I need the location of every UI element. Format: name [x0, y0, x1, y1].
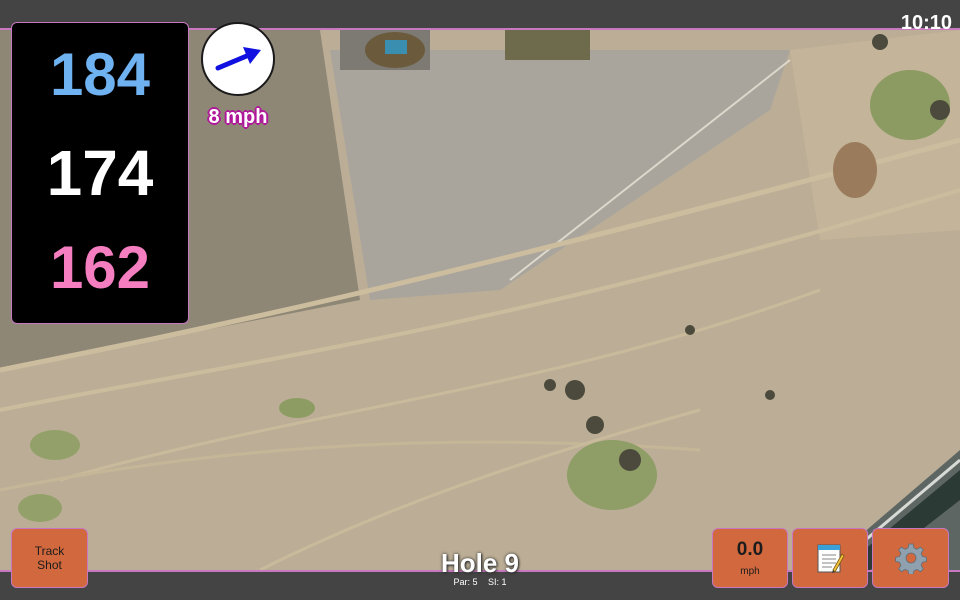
back-distance: 184: [49, 41, 151, 108]
speed-value: 0.0: [736, 539, 764, 560]
hole-meta: Par: 5 SI: 1: [380, 577, 580, 587]
hole-par: Par: 5: [453, 577, 478, 587]
notepad-icon: [817, 544, 845, 573]
distance-panel: 184 174 162: [11, 22, 189, 324]
front-distance: 162: [49, 234, 151, 301]
track-shot-button[interactable]: Track Shot: [11, 528, 88, 588]
speed-unit: mph: [740, 566, 760, 577]
speed-button[interactable]: 0.0 mph: [712, 528, 788, 588]
track-shot-label-line1: Track: [34, 544, 65, 558]
hole-stroke-index: SI: 1: [488, 577, 507, 587]
gear-icon: [894, 543, 927, 574]
notes-button[interactable]: [792, 528, 868, 588]
settings-button[interactable]: [872, 528, 949, 588]
middle-distance: 174: [46, 137, 154, 209]
hole-title: Hole 9: [440, 548, 520, 578]
track-shot-label-line2: Shot: [37, 558, 62, 572]
wind-speed-label: 8 mph: [208, 106, 268, 128]
wind-direction-dial: [201, 22, 275, 96]
clock: 10:10: [900, 12, 952, 34]
arrow-icon: [215, 47, 261, 71]
